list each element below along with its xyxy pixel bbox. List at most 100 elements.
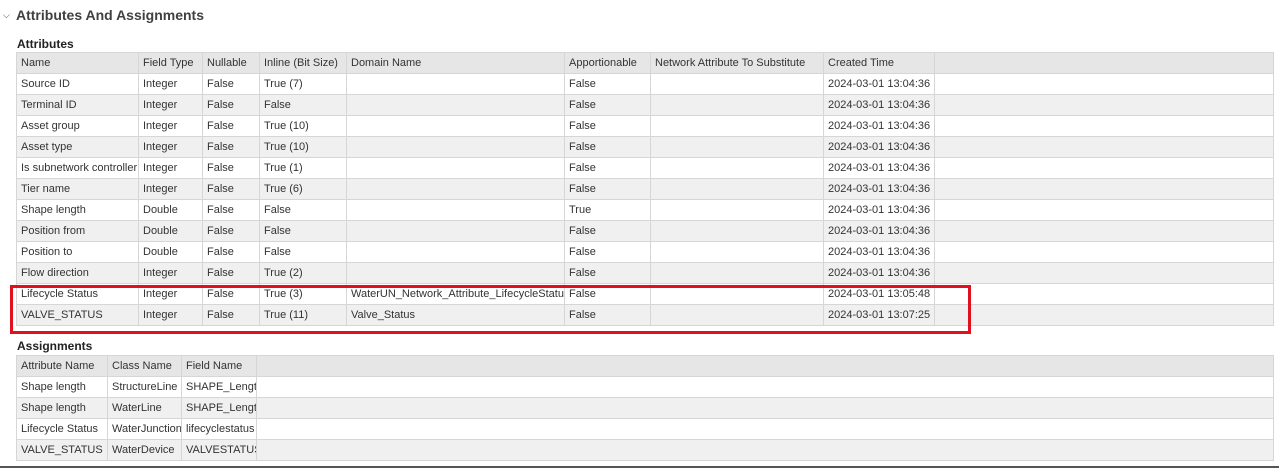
table-cell: 2024-03-01 13:04:36 [823,94,935,116]
table-cell: True (3) [259,283,347,305]
table-row[interactable]: Shape length StructureLine SHAPE_Length [16,376,1274,398]
column-header[interactable]: Attribute Name [16,355,108,377]
assignments-table: Attribute Name Class Name Field Name Shape… [16,355,1274,461]
table-cell: False [564,73,651,95]
attributes-title: Attributes [17,37,74,51]
table-cell: False [202,136,260,158]
table-row[interactable]: VALVE_STATUS Integer False True (11) Valve_S… [16,304,1274,326]
table-cell: False [202,304,260,326]
table-cell [650,136,824,158]
chevron-down-icon[interactable]: ⌵ [3,10,13,21]
row-filler [934,94,1274,116]
table-cell: VALVESTATUS [181,439,257,461]
table-cell: Asset type [16,136,139,158]
column-header[interactable]: Network Attribute To Substitute [650,52,824,74]
table-cell [650,157,824,179]
table-cell: 2024-03-01 13:04:36 [823,199,935,221]
table-row[interactable]: Position to Double False False False 2024-03-… [16,241,1274,263]
table-cell [650,304,824,326]
column-header[interactable]: Name [16,52,139,74]
table-cell: WaterJunction [107,418,182,440]
table-cell: 2024-03-01 13:04:36 [823,241,935,263]
row-filler [934,262,1274,284]
table-cell: False [202,157,260,179]
table-cell: 2024-03-01 13:04:36 [823,262,935,284]
table-cell [346,73,565,95]
table-cell: Double [138,199,203,221]
table-cell: False [202,283,260,305]
column-header[interactable]: Field Type [138,52,203,74]
table-row[interactable]: Tier name Integer False True (6) False 2024-0… [16,178,1274,200]
header-filler [256,355,1274,377]
column-header[interactable]: Nullable [202,52,260,74]
table-cell: False [202,73,260,95]
table-cell: Double [138,241,203,263]
column-header[interactable]: Field Name [181,355,257,377]
row-filler [256,418,1274,440]
table-cell: 2024-03-01 13:04:36 [823,157,935,179]
table-row[interactable]: Source ID Integer False True (7) False 2024-0… [16,73,1274,95]
table-cell [650,283,824,305]
table-cell: True (11) [259,304,347,326]
table-cell: 2024-03-01 13:05:48 [823,283,935,305]
table-cell: Asset group [16,115,139,137]
table-cell: False [564,136,651,158]
row-filler [934,241,1274,263]
table-cell: True (10) [259,136,347,158]
column-header[interactable]: Domain Name [346,52,565,74]
table-cell: SHAPE_Length [181,397,257,419]
table-cell: True (10) [259,115,347,137]
column-header[interactable]: Inline (Bit Size) [259,52,347,74]
table-cell: False [202,178,260,200]
table-row[interactable]: Position from Double False False False 2024-0… [16,220,1274,242]
column-header[interactable]: Created Time [823,52,935,74]
table-cell: Shape length [16,397,108,419]
section-header[interactable]: ⌵ Attributes And Assignments [0,0,204,30]
table-cell: False [259,94,347,116]
assignments-header-row: Attribute Name Class Name Field Name [16,355,1274,377]
table-cell: Shape length [16,376,108,398]
table-cell [650,94,824,116]
table-row[interactable]: Flow direction Integer False True (2) False 2… [16,262,1274,284]
table-cell: Integer [138,304,203,326]
table-row[interactable]: Asset group Integer False True (10) False 202… [16,115,1274,137]
table-row[interactable]: Shape length Double False False True 2024-03-… [16,199,1274,221]
table-cell: Lifecycle Status [16,418,108,440]
table-cell: StructureLine [107,376,182,398]
table-cell: 2024-03-01 13:04:36 [823,115,935,137]
row-filler [256,397,1274,419]
row-filler [934,304,1274,326]
table-cell: 2024-03-01 13:07:25 [823,304,935,326]
table-cell [650,115,824,137]
table-row[interactable]: Is subnetwork controller Integer False True… [16,157,1274,179]
column-header[interactable]: Class Name [107,355,182,377]
table-cell: False [259,220,347,242]
table-cell [346,178,565,200]
table-cell: Integer [138,178,203,200]
column-header[interactable]: Apportionable [564,52,651,74]
table-cell: WaterLine [107,397,182,419]
table-cell: lifecyclestatus [181,418,257,440]
table-cell: Position from [16,220,139,242]
table-cell: False [202,94,260,116]
table-cell: True (7) [259,73,347,95]
table-row[interactable]: Terminal ID Integer False False False 2024-03… [16,94,1274,116]
table-cell: Flow direction [16,262,139,284]
table-cell: False [202,262,260,284]
table-cell: False [202,220,260,242]
table-cell: False [564,157,651,179]
table-row[interactable]: Shape length WaterLine SHAPE_Length [16,397,1274,419]
row-filler [256,439,1274,461]
table-cell: VALVE_STATUS [16,304,139,326]
table-row[interactable]: VALVE_STATUS WaterDevice VALVESTATUS [16,439,1274,461]
table-cell [346,136,565,158]
table-row[interactable]: Lifecycle Status Integer False True (3) Wate… [16,283,1274,305]
table-cell [346,262,565,284]
table-row[interactable]: Lifecycle Status WaterJunction lifecyclest… [16,418,1274,440]
row-filler [934,73,1274,95]
table-row[interactable]: Asset type Integer False True (10) False 2024… [16,136,1274,158]
table-cell [650,178,824,200]
table-cell: 2024-03-01 13:04:36 [823,73,935,95]
table-cell: False [202,115,260,137]
table-cell: Integer [138,94,203,116]
